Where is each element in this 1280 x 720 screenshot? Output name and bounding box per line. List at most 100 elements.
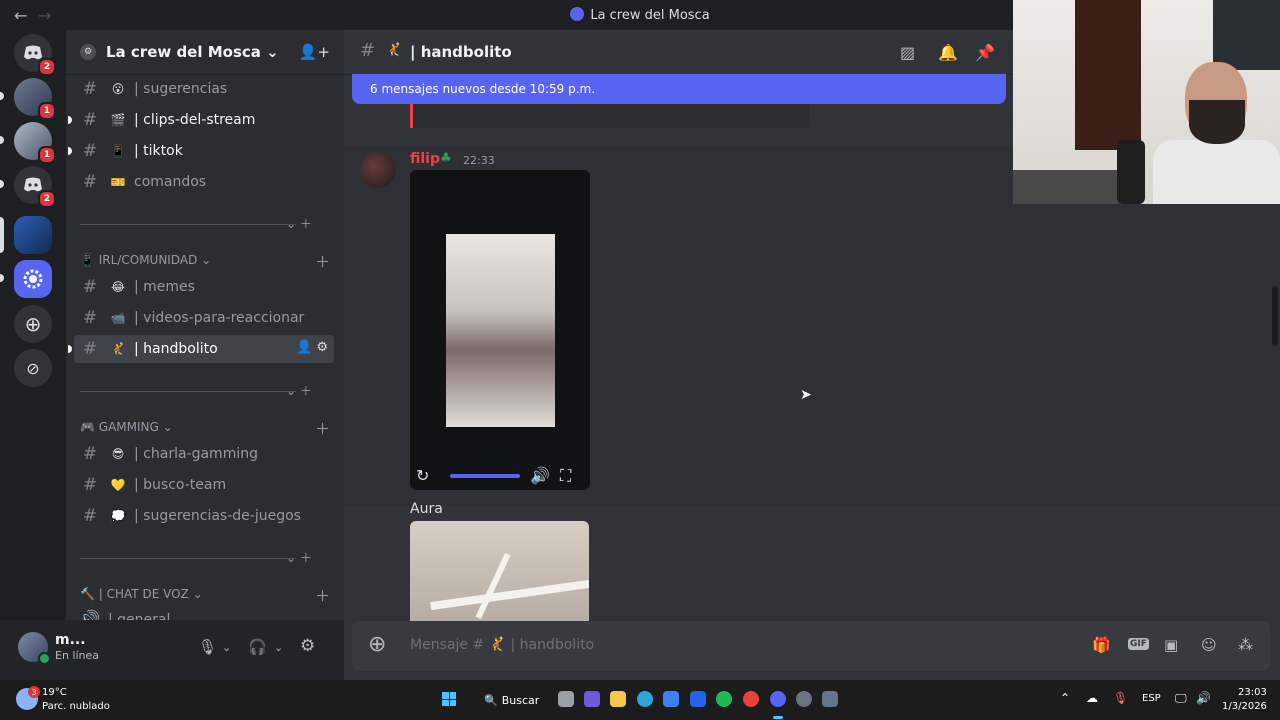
divider-tools[interactable]: ⌄ ＋ xyxy=(286,382,312,399)
category-gaming[interactable]: 🎮 GAMMING ⌄ ＋ xyxy=(80,420,330,438)
channel-label: | sugerencias xyxy=(134,81,228,97)
microphone-tray-icon[interactable]: 🎙 xyxy=(1113,691,1128,705)
channel-videos-para-reaccionar[interactable]: # 📹 | videos-para-reaccionar xyxy=(74,304,334,332)
channel-tiktok[interactable]: # 📱 | tiktok xyxy=(68,137,334,165)
chevron-up-icon[interactable]: ⌃ xyxy=(1060,691,1070,705)
add-attachment-icon[interactable]: ⊕ xyxy=(368,632,386,657)
channel-emoji: 🤾 xyxy=(110,342,126,356)
message-author[interactable]: filip xyxy=(410,151,440,167)
app-icon[interactable] xyxy=(796,691,812,707)
channel-handbolito[interactable]: # 🤾 | handbolito 👤 ⚙ xyxy=(68,335,334,363)
server-header[interactable]: ⚙ La crew del Mosca ⌄ 👤+ xyxy=(66,30,344,75)
emoji-icon[interactable]: ☺ xyxy=(1201,636,1217,654)
message-composer[interactable]: ⊕ Mensaje # 🤾 | handbolito 🎁 GIF ▣ ☺ ⁂ xyxy=(352,621,1270,671)
server-name-text: La crew del Mosca xyxy=(106,43,261,61)
video-player[interactable]: ↻ 🔊 ⛶ xyxy=(410,170,590,490)
channel-emoji: 🎬 xyxy=(110,113,126,127)
weather-condition[interactable]: Parc. nublado xyxy=(42,701,110,712)
cloud-icon[interactable]: ☁ xyxy=(1086,691,1098,705)
add-channel-icon[interactable]: ＋ xyxy=(315,251,330,272)
clock-date[interactable]: 1/3/2026 xyxy=(1222,701,1267,712)
divider-tools[interactable]: ⌄ ＋ xyxy=(286,215,312,232)
home-button[interactable]: 2 xyxy=(14,34,56,76)
speaker-icon[interactable]: 🔊 xyxy=(1196,691,1211,705)
channel-emoji: 📱 xyxy=(110,144,126,158)
divider-tools[interactable]: ⌄ ＋ xyxy=(286,549,312,566)
search-icon: 🔍 xyxy=(484,693,498,707)
headphones-icon[interactable]: 🎧 xyxy=(248,638,267,656)
server-button[interactable] xyxy=(14,260,52,298)
pin-icon[interactable]: 📌 xyxy=(975,43,995,62)
category-irl[interactable]: 📱 IRL/COMUNIDAD ⌄ ＋ xyxy=(80,253,330,271)
channel-charla-gamming[interactable]: # 😎 | charla-gamming xyxy=(74,440,334,468)
threads-icon[interactable]: ▨ xyxy=(900,43,915,62)
replay-icon[interactable]: ↻ xyxy=(416,466,429,485)
scrollbar[interactable] xyxy=(1272,286,1278,346)
channel-label: | handbolito xyxy=(134,341,218,357)
discord-taskbar-icon[interactable] xyxy=(770,691,786,707)
channel-label: | busco-team xyxy=(134,477,227,493)
server-button[interactable]: 1 xyxy=(14,122,56,164)
voice-channel-general[interactable]: 🔊 | general xyxy=(74,606,334,620)
message-input[interactable]: Mensaje # 🤾 | handbolito xyxy=(410,637,594,653)
channel-label: | charla-gamming xyxy=(134,446,258,462)
unread-dot xyxy=(68,116,72,124)
category-voz[interactable]: 🔨 | CHAT DE VOZ ⌄ ＋ xyxy=(80,587,330,605)
window-title-text: La crew del Mosca xyxy=(590,8,710,23)
channel-clips-del-stream[interactable]: # 🎬 | clips-del-stream xyxy=(68,106,334,134)
gift-icon[interactable]: 🎁 xyxy=(1092,636,1111,654)
store-icon[interactable] xyxy=(663,691,679,707)
task-view-icon[interactable] xyxy=(558,691,574,707)
server-button[interactable] xyxy=(14,216,52,254)
hash-icon: # xyxy=(82,79,98,99)
weather-temp[interactable]: 19°C xyxy=(42,687,67,698)
settings-gear-icon[interactable]: ⚙ xyxy=(300,636,315,656)
chevron-down-icon[interactable]: ⌄ xyxy=(274,641,283,654)
add-channel-icon[interactable]: ＋ xyxy=(315,418,330,439)
start-button[interactable] xyxy=(442,692,456,706)
channel-sugerencias-de-juegos[interactable]: # 💭 | sugerencias-de-juegos xyxy=(74,502,334,530)
user-status-text: En línea xyxy=(55,649,100,662)
image-attachment[interactable] xyxy=(410,521,589,621)
avatar[interactable] xyxy=(360,152,396,188)
channel-sugerencias[interactable]: # 😮 | sugerencias xyxy=(74,75,334,103)
edge-icon[interactable] xyxy=(637,691,653,707)
new-messages-bar[interactable]: 6 mensajes nuevos desde 10:59 p.m. xyxy=(352,74,1006,104)
clock-time[interactable]: 23:03 xyxy=(1238,687,1267,698)
microphone-icon[interactable]: 🎙 xyxy=(198,638,217,656)
mail-icon[interactable] xyxy=(690,691,706,707)
video-progress-bar[interactable] xyxy=(450,474,520,478)
speaker-icon: 🔊 xyxy=(79,610,101,620)
chevron-down-icon[interactable]: ⌄ xyxy=(222,641,231,654)
invite-icon[interactable]: 👤 xyxy=(296,340,312,355)
channel-memes[interactable]: # 😂 | memes xyxy=(74,273,334,301)
file-explorer-icon[interactable] xyxy=(610,691,626,707)
add-channel-icon[interactable]: ＋ xyxy=(315,585,330,606)
channel-comandos[interactable]: # 🎫 comandos xyxy=(74,168,334,196)
apps-icon[interactable]: ⁂ xyxy=(1238,636,1253,654)
server-button[interactable]: 1 xyxy=(14,78,56,120)
taskbar-search[interactable]: 🔍 Buscar xyxy=(478,689,544,711)
online-status-dot xyxy=(38,652,51,665)
gear-icon[interactable]: ⚙ xyxy=(316,340,328,355)
bell-icon[interactable]: 🔔 xyxy=(938,43,958,62)
invite-member-icon[interactable]: 👤+ xyxy=(299,43,330,61)
sticker-icon[interactable]: ▣ xyxy=(1164,636,1178,654)
server-button[interactable]: 2 xyxy=(14,166,56,208)
channel-busco-team[interactable]: # 💛 | busco-team xyxy=(74,471,334,499)
channel-tools[interactable]: 👤 ⚙ xyxy=(296,340,328,355)
gif-icon[interactable]: GIF xyxy=(1128,638,1149,650)
windows-taskbar: 3 19°C Parc. nublado 🔍 Buscar ⌃ ☁ 🎙 ESP 🖵… xyxy=(0,680,1280,720)
fullscreen-icon[interactable]: ⛶ xyxy=(560,466,571,486)
volume-icon[interactable]: 🔊 xyxy=(530,466,550,485)
language-indicator[interactable]: ESP xyxy=(1142,693,1161,704)
chrome-icon[interactable] xyxy=(743,691,759,707)
username[interactable]: m... xyxy=(55,632,86,648)
copilot-icon[interactable] xyxy=(584,691,600,707)
explore-button[interactable]: ⊘ xyxy=(14,349,52,387)
settings-icon[interactable] xyxy=(822,691,838,707)
add-server-button[interactable]: ⊕ xyxy=(14,305,52,343)
network-icon[interactable]: 🖵 xyxy=(1175,691,1187,706)
placeholder-channel: | handbolito xyxy=(510,637,595,653)
spotify-icon[interactable] xyxy=(716,691,732,707)
